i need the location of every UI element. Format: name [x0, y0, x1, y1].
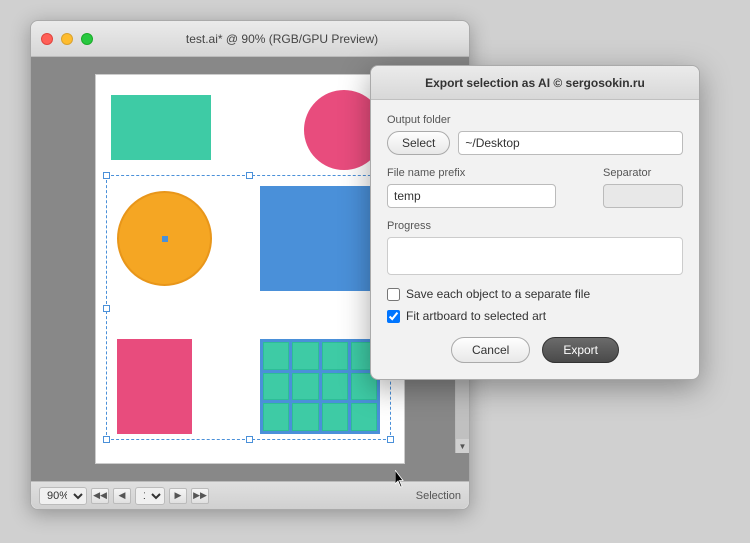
- dialog-title: Export selection as AI © sergosokin.ru: [425, 76, 645, 90]
- green-grid: [260, 339, 380, 434]
- title-bar: test.ai* @ 90% (RGB/GPU Preview): [31, 21, 469, 57]
- progress-box: [387, 237, 683, 275]
- handle-top-middle[interactable]: [246, 172, 253, 179]
- grid-cell: [263, 342, 289, 370]
- progress-section: Progress: [387, 220, 683, 275]
- nav-first-button[interactable]: ◀◀: [91, 488, 109, 504]
- selection-group[interactable]: [106, 175, 391, 440]
- dialog-body: Output folder Select File name prefix Se…: [371, 100, 699, 323]
- export-dialog: Export selection as AI © sergosokin.ru O…: [370, 65, 700, 380]
- grid-cell: [292, 342, 318, 370]
- grid-cell: [322, 373, 348, 401]
- prefix-col: File name prefix: [387, 167, 595, 208]
- cancel-button[interactable]: Cancel: [451, 337, 530, 363]
- handle-middle-left[interactable]: [103, 305, 110, 312]
- folder-path-input[interactable]: [458, 131, 683, 155]
- file-name-prefix-input[interactable]: [387, 184, 556, 208]
- status-text: Selection: [416, 490, 461, 502]
- blue-rectangle: [260, 186, 375, 291]
- save-each-checkbox[interactable]: [387, 288, 400, 301]
- grid-cell: [263, 373, 289, 401]
- dialog-titlebar: Export selection as AI © sergosokin.ru: [371, 66, 699, 100]
- fit-artboard-checkbox[interactable]: [387, 310, 400, 323]
- grid-cell: [322, 342, 348, 370]
- artboard: [95, 74, 405, 464]
- save-each-row: Save each object to a separate file: [387, 287, 683, 301]
- dialog-button-row: Cancel Export: [371, 337, 699, 363]
- separator-col: Separator: [603, 167, 683, 208]
- orange-circle: [117, 191, 212, 286]
- fit-artboard-row: Fit artboard to selected art: [387, 309, 683, 323]
- page-select[interactable]: 1: [135, 487, 165, 505]
- teal-rectangle: [111, 95, 211, 160]
- handle-bottom-right[interactable]: [387, 436, 394, 443]
- grid-cell: [322, 403, 348, 431]
- grid-cell: [292, 373, 318, 401]
- maximize-button[interactable]: [81, 33, 93, 45]
- nav-last-button[interactable]: ▶▶: [191, 488, 209, 504]
- window-title: test.ai* @ 90% (RGB/GPU Preview): [105, 32, 459, 46]
- close-button[interactable]: [41, 33, 53, 45]
- handle-bottom-middle[interactable]: [246, 436, 253, 443]
- scroll-down-button[interactable]: ▼: [456, 439, 470, 453]
- separator-input[interactable]: [603, 184, 683, 208]
- nav-next-button[interactable]: ▶: [169, 488, 187, 504]
- prefix-separator-row: File name prefix Separator: [387, 167, 683, 208]
- file-name-prefix-label: File name prefix: [387, 167, 595, 179]
- output-folder-label: Output folder: [387, 114, 683, 126]
- circle-center-point: [162, 236, 168, 242]
- handle-top-left[interactable]: [103, 172, 110, 179]
- separator-label: Separator: [603, 167, 683, 179]
- grid-cell: [351, 403, 377, 431]
- handle-bottom-left[interactable]: [103, 436, 110, 443]
- select-button[interactable]: Select: [387, 131, 450, 155]
- fit-artboard-label: Fit artboard to selected art: [406, 309, 546, 323]
- export-button[interactable]: Export: [542, 337, 619, 363]
- bottom-toolbar: 90% ◀◀ ◀ 1 ▶ ▶▶ Selection: [31, 481, 469, 509]
- nav-prev-button[interactable]: ◀: [113, 488, 131, 504]
- save-each-label: Save each object to a separate file: [406, 287, 590, 301]
- grid-cell: [292, 403, 318, 431]
- output-folder-row: Select: [387, 131, 683, 155]
- pink-rectangle-bottom: [117, 339, 192, 434]
- grid-cell: [263, 403, 289, 431]
- minimize-button[interactable]: [61, 33, 73, 45]
- progress-label: Progress: [387, 220, 683, 232]
- zoom-select[interactable]: 90%: [39, 487, 87, 505]
